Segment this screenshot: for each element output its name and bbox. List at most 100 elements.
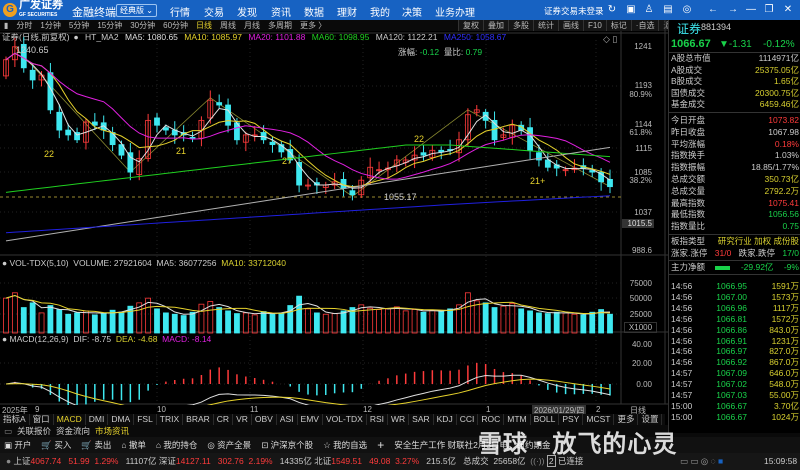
indicator-tab[interactable]: 指标A: [0, 414, 30, 425]
indicator-tab[interactable]: MACD: [54, 414, 86, 425]
candle: [29, 69, 36, 81]
status-icon[interactable]: ●: [6, 456, 11, 466]
price-tick: 1037: [634, 208, 652, 217]
volume-bar: [278, 312, 285, 334]
tick-time: 14:56: [671, 281, 693, 291]
indicator-dot-icon[interactable]: ●: [2, 258, 7, 268]
indicator-tab[interactable]: WR: [388, 414, 410, 425]
volume-bar: [56, 309, 63, 334]
maximize-icon[interactable]: ❐: [763, 4, 775, 15]
indicator-tab[interactable]: ASI: [277, 414, 298, 425]
indicator-tab[interactable]: TRIX: [157, 414, 184, 425]
volume-bar: [242, 312, 249, 334]
stat-row: 最高指数 1075.41: [671, 198, 799, 209]
assets-button[interactable]: ◎ 资产全景: [207, 437, 251, 453]
price-tick: 1193: [634, 81, 652, 90]
minimize-icon[interactable]: —: [745, 4, 757, 15]
indicator-tab[interactable]: KDJ: [434, 414, 457, 425]
volume-bar: [367, 307, 374, 334]
indicator-tab[interactable]: SAR: [409, 414, 434, 425]
candle: [189, 136, 196, 139]
advance-decline-row: 涨家.涨停 31/0 跌家.跌停 17/0: [671, 248, 799, 259]
index-type-row: 板指类型 研究行业 加权 成份股: [671, 236, 799, 247]
candle: [544, 159, 551, 168]
stat-label: B股成交: [671, 76, 703, 86]
kline-chart[interactable]: 1240.65 1055.17 22 21 27 22 21+: [0, 0, 668, 405]
macd-dif: DIF: -8.75: [73, 334, 112, 344]
indicator-tab[interactable]: EMV: [298, 414, 323, 425]
link-related-quotes[interactable]: 关联报价: [17, 425, 51, 437]
stat-row: 指数换手 1.03%: [671, 150, 799, 161]
tick-row: 14:56 1066.97 827.0万: [671, 346, 799, 357]
ma20-line: [5, 52, 611, 180]
stat-label: 总成交量: [671, 185, 706, 196]
volume-bar: [536, 312, 542, 334]
stat-label: 跌家.跌停: [738, 248, 776, 258]
volume-bar: [491, 307, 498, 334]
open-account-button[interactable]: ▣ 开户: [4, 437, 31, 453]
indicator-tab[interactable]: CCI: [457, 414, 479, 425]
link-market-news[interactable]: 市场资讯: [95, 425, 129, 437]
volume-bar: [411, 309, 418, 334]
sh-amount: 11107亿: [125, 456, 157, 466]
stat-row: 指数振幅 18.85/1.77%: [671, 162, 799, 173]
indicator-dot-icon[interactable]: ●: [2, 334, 7, 344]
macd-tick: 0.00: [636, 380, 652, 389]
date-axis: 2025年 9 10 11 12 1 2026/01/29/四 2 日线: [0, 405, 665, 416]
holdings-button[interactable]: ⌂ 我的持仓: [156, 437, 198, 453]
macd-tick: 40.00: [631, 340, 652, 349]
indicator-tab[interactable]: VOL-TDX: [323, 414, 367, 425]
volume-bar: [74, 312, 80, 334]
volume-bar: [234, 313, 240, 334]
indicator-tab[interactable]: OBV: [252, 414, 277, 425]
volume-bar: [171, 313, 178, 334]
volume-bar: [91, 314, 98, 334]
sz-pct: 2.19%: [248, 456, 273, 466]
tick-price: 1066.67: [716, 400, 747, 411]
indicator-tab[interactable]: CR: [214, 414, 234, 425]
stat-label: 指数量比: [671, 221, 706, 232]
tray-icons[interactable]: ▭ ▭ ◎ ◌ ■: [680, 453, 723, 470]
vol-tick: 25000: [629, 310, 652, 319]
add-icon[interactable]: +: [377, 437, 384, 453]
close-icon[interactable]: ✕: [782, 4, 794, 15]
back-icon[interactable]: ←: [707, 4, 719, 15]
last-price: 1066.67: [671, 38, 711, 50]
stat-row: 总成交量 2792.2万: [671, 186, 799, 197]
cancel-order-button[interactable]: ⌂ 撤单: [121, 437, 146, 453]
collapse-icon[interactable]: ▭: [4, 425, 12, 437]
index-type-links[interactable]: 研究行业 加权 成份股: [718, 236, 799, 247]
tick-time: 14:57: [671, 390, 693, 400]
fib-tick: 61.8%: [629, 128, 652, 137]
stat-value: 1067.98: [768, 126, 799, 137]
tick-volume: 3.70亿: [773, 400, 799, 411]
indicator-tab[interactable]: VR: [233, 414, 252, 425]
candle: [154, 117, 160, 126]
vol-ma5: MA5: 36077256: [156, 258, 217, 268]
bj-value: 1549.51: [331, 456, 362, 466]
link-fund-flow[interactable]: 资金流向: [56, 425, 90, 437]
macd-dea: DEA: -4.68: [115, 334, 158, 344]
stat-label: 昨日收盘: [671, 126, 706, 137]
stat-row: 今日开盘 1073.82: [671, 115, 799, 126]
indicator-tab[interactable]: FSL: [134, 414, 157, 425]
indicator-tab[interactable]: BRAR: [183, 414, 214, 425]
settings-icon[interactable]: ◎: [681, 4, 693, 15]
cursor-price-tag: 1015.5: [622, 219, 654, 228]
indicator-tab[interactable]: DMA: [108, 414, 135, 425]
stocks-button[interactable]: ⊡ 沪深京个股: [261, 437, 313, 453]
buy-button[interactable]: 🛒 买入: [41, 437, 71, 453]
tick-time: 14:57: [671, 379, 693, 390]
indicator-tab[interactable]: RSI: [367, 414, 388, 425]
watchlist-button[interactable]: ☆ 我的自选: [323, 437, 367, 453]
volume-bar: [500, 305, 507, 334]
stat-value: 1114971亿: [758, 53, 799, 63]
indicator-tab[interactable]: DMI: [86, 414, 109, 425]
sz-amount: 14335亿: [279, 456, 312, 466]
tick-row: 14:56 1066.95 1591万: [671, 281, 799, 292]
main-flow-row: 主力净额 -29.92亿 -9%: [671, 262, 799, 273]
indicator-tab[interactable]: 窗口: [30, 414, 54, 425]
forward-icon[interactable]: →: [727, 4, 739, 15]
tick-volume: 1591万: [771, 281, 799, 291]
sell-button[interactable]: 🛒 卖出: [81, 437, 111, 453]
